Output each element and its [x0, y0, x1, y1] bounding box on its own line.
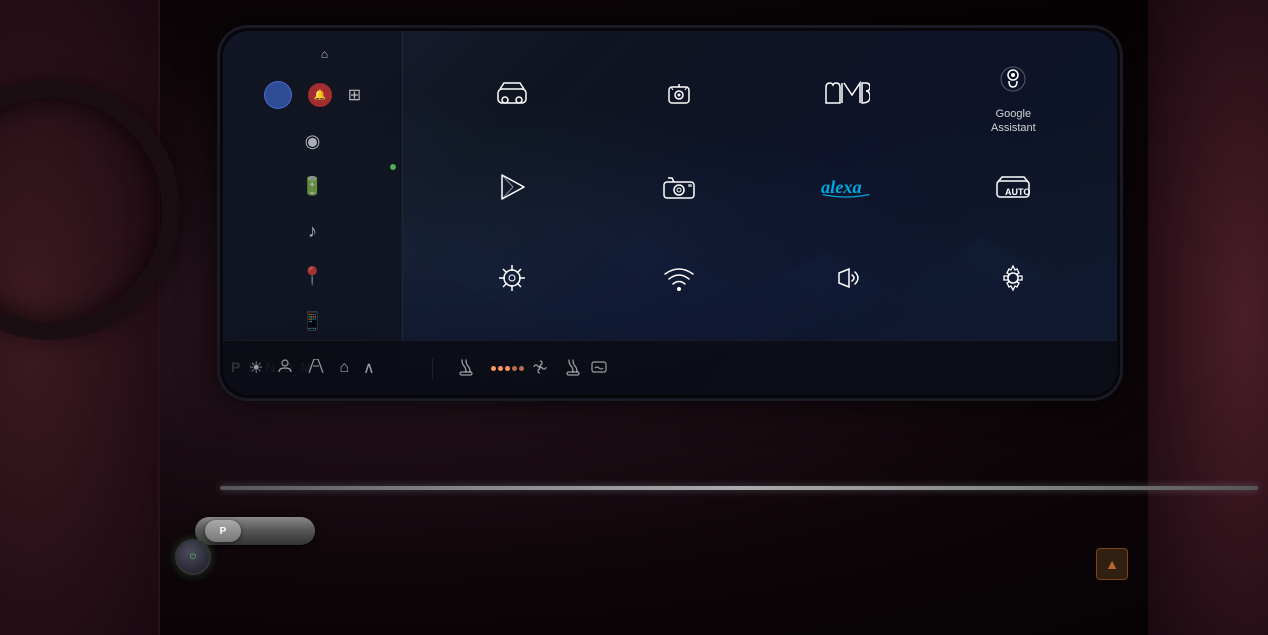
chrome-bar — [220, 486, 1258, 490]
music-note-icon: ♪ — [308, 221, 317, 242]
home-icon: ⌂ — [321, 47, 328, 61]
dot-4 — [512, 366, 517, 371]
dot-3 — [505, 366, 510, 371]
status-bar: ⌂ — [231, 43, 394, 65]
svg-text:AUTO: AUTO — [1005, 187, 1030, 197]
bell-icon: 🔔 — [314, 90, 326, 101]
app-audio[interactable] — [763, 251, 930, 317]
main-screen: ⌂ 🔔 ⊞ ◉ 🔋 ♪ 📍 — [223, 31, 1117, 395]
defrost-icon — [590, 360, 608, 377]
dot-1 — [491, 366, 496, 371]
start-stop-button[interactable]: ⏻ — [175, 539, 211, 575]
park-button[interactable]: P — [205, 520, 241, 542]
phone-icon: 📱 — [301, 311, 323, 332]
brightness-icon[interactable]: ☀ — [249, 358, 263, 378]
profile-button[interactable] — [264, 81, 292, 109]
seat-heat-right-icon — [564, 358, 582, 379]
app-auto-park[interactable]: AUTO — [930, 161, 1097, 225]
chevron-up-icon[interactable]: ∧ — [363, 358, 375, 378]
battery-icon: 🔋 — [301, 176, 323, 197]
power-icon: ⏻ — [190, 552, 196, 562]
grid-button[interactable]: ⊞ — [348, 85, 361, 105]
app-camera[interactable] — [595, 162, 762, 224]
climate-icon — [497, 263, 527, 297]
app-drive-modes[interactable] — [595, 67, 762, 131]
map-pin-icon: 📍 — [301, 266, 323, 287]
seat-heat-icon — [457, 358, 475, 379]
dot-2 — [498, 366, 503, 371]
location-icon: ◉ — [305, 131, 321, 152]
fan-level-indicator — [491, 366, 524, 371]
home-nav-icon[interactable]: ⌂ — [339, 359, 349, 377]
fan-icon — [532, 359, 548, 378]
google-assistant-label: GoogleAssistant — [991, 107, 1036, 136]
play-store-icon — [497, 172, 527, 206]
screen-bezel: ⌂ 🔔 ⊞ ◉ 🔋 ♪ 📍 — [220, 28, 1120, 398]
bottom-nav-items: ☀ ⌂ ∧ — [235, 358, 420, 379]
app-google-assistant[interactable]: GoogleAssistant — [930, 51, 1097, 148]
auto-park-icon: AUTO — [995, 173, 1031, 205]
gear-shift-handle: P — [195, 517, 315, 545]
notification-button[interactable]: 🔔 — [308, 83, 332, 107]
interior-right-panel — [1148, 0, 1268, 635]
app-wifi-hotspot[interactable] — [595, 252, 762, 316]
profile-row: 🔔 ⊞ — [231, 77, 394, 117]
bottom-bar: ☀ ⌂ ∧ — [223, 340, 1117, 395]
svg-text:alexa: alexa — [821, 177, 862, 197]
driver-profile-icon[interactable] — [277, 358, 293, 379]
settings-icon — [998, 263, 1028, 297]
climate-controls — [433, 358, 1117, 379]
road-icon[interactable] — [307, 359, 325, 378]
app-climate[interactable] — [428, 251, 595, 317]
drive-modes-icon — [663, 79, 695, 111]
dot-5 — [519, 366, 524, 371]
sidebar-item-battery[interactable]: 🔋 — [231, 166, 394, 207]
app-mybuick[interactable] — [763, 67, 930, 131]
camera-icon — [662, 174, 696, 204]
app-grid: GoogleAssistant — [408, 41, 1117, 340]
google-assistant-icon — [997, 63, 1029, 99]
app-play-store[interactable] — [428, 160, 595, 226]
wifi-icon — [663, 264, 695, 296]
hazard-button[interactable]: ▲ — [1096, 548, 1128, 580]
alexa-icon: alexa — [821, 174, 871, 204]
sidebar-item-location[interactable]: ◉ — [231, 121, 394, 162]
app-vehicle-info[interactable] — [428, 67, 595, 131]
sidebar-item-phone[interactable]: 📱 — [231, 301, 394, 342]
sidebar-item-map[interactable]: 📍 — [231, 256, 394, 297]
mybuick-icon — [822, 79, 870, 111]
sidebar-item-music[interactable]: ♪ — [231, 211, 394, 252]
app-settings[interactable] — [930, 251, 1097, 317]
audio-icon — [831, 263, 861, 297]
bottom-nav: ☀ ⌂ ∧ — [223, 358, 433, 379]
vehicle-info-icon — [496, 79, 528, 111]
hazard-icon: ▲ — [1105, 556, 1119, 572]
battery-badge — [390, 164, 396, 170]
app-alexa[interactable]: alexa — [763, 162, 930, 224]
